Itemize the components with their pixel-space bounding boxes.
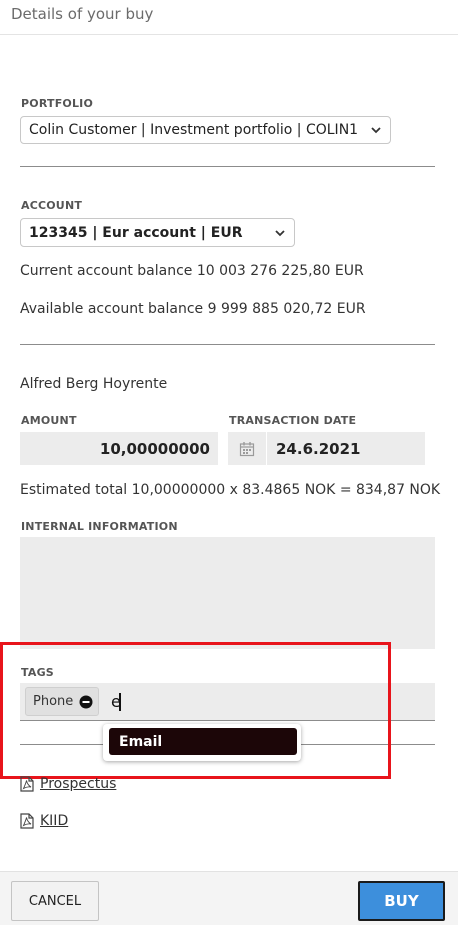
dialog-header: Details of your buy [0,0,458,35]
estimated-total: Estimated total 10,00000000 x 83.4865 NO… [20,482,441,498]
internal-information-label: INTERNAL INFORMATION [21,520,178,533]
available-account-balance: Available account balance 9 999 885 020,… [20,301,366,317]
current-account-balance: Current account balance 10 003 276 225,8… [20,263,364,279]
account-label: ACCOUNT [21,199,83,212]
dialog-footer: CANCEL BUY [0,871,458,925]
remove-tag-icon[interactable] [79,695,93,709]
amount-input[interactable]: 10,00000000 [20,432,218,465]
chevron-down-icon [371,127,381,134]
text-cursor [119,693,121,711]
cancel-button[interactable]: CANCEL [11,881,99,921]
portfolio-label: PORTFOLIO [21,97,94,110]
divider [20,344,435,345]
transaction-date-label: TRANSACTION DATE [229,414,357,427]
document-link-kiid[interactable]: KIID [20,813,68,829]
tags-label: TAGS [21,666,54,679]
tag-chip-phone: Phone [25,687,100,716]
account-selected-value: 123345 | Eur account | EUR [29,224,243,241]
amount-value: 10,00000000 [99,439,210,458]
document-link-prospectus[interactable]: Prospectus [20,776,116,792]
tag-chip-label: Phone [33,694,74,709]
calendar-button[interactable] [228,432,266,465]
account-select[interactable]: 123345 | Eur account | EUR [20,218,295,247]
document-link-label[interactable]: KIID [40,813,68,829]
tag-suggestion-email[interactable]: Email [109,728,297,755]
portfolio-selected-value: Colin Customer | Investment portfolio | … [29,122,359,138]
portfolio-select[interactable]: Colin Customer | Investment portfolio | … [20,116,391,144]
internal-information-textarea[interactable] [20,537,435,649]
buy-button[interactable]: BUY [358,881,445,921]
pdf-file-icon [20,813,34,829]
tags-input-field[interactable]: Phone e [20,683,435,721]
instrument-name: Alfred Berg Hoyrente [20,376,168,392]
pdf-file-icon [20,776,34,792]
calendar-separator [266,432,267,465]
divider [20,166,435,167]
tag-suggestions-dropdown: Email [103,724,301,761]
dialog-title: Details of your buy [11,5,154,23]
document-link-label[interactable]: Prospectus [40,776,116,792]
amount-label: AMOUNT [21,414,77,427]
chevron-down-icon [275,229,285,236]
transaction-date-field[interactable]: 24.6.2021 [228,432,425,465]
transaction-date-value: 24.6.2021 [276,440,361,458]
tag-suggestion-label: Email [119,733,163,750]
calendar-icon [239,441,255,456]
